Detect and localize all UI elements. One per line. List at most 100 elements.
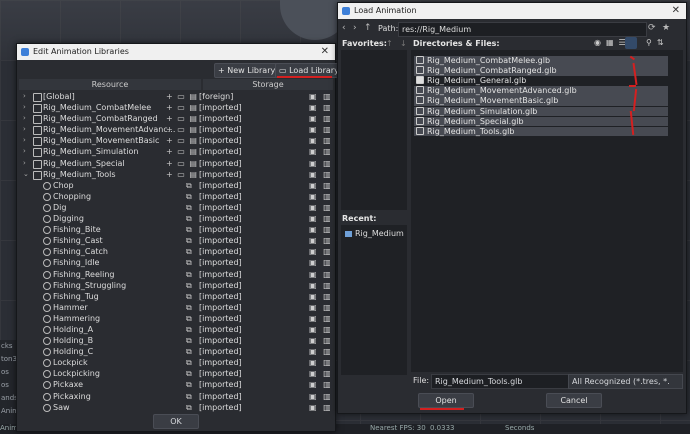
filter-sort-icons[interactable]: ⚲⇅: [646, 38, 669, 47]
refresh-icon[interactable]: ⟳: [648, 23, 656, 33]
animation-row[interactable]: Holding_B ⧉ [imported] ▣ ▥: [19, 335, 333, 346]
animation-row[interactable]: Fishing_Tug ⧉ [imported] ▣ ▥: [19, 291, 333, 302]
storage-column-header[interactable]: Storage: [203, 79, 333, 90]
file-filter-select[interactable]: All Recognized (*.tres, *.: [568, 374, 683, 389]
save-remove-icons[interactable]: ▣ ▥: [309, 113, 333, 124]
ok-button[interactable]: OK: [153, 414, 199, 429]
library-actions-icons[interactable]: + ▭ ▤: [166, 169, 198, 180]
file-list[interactable]: Rig_Medium_CombatMelee.glb Rig_Medium_Com…: [411, 50, 683, 372]
animation-row[interactable]: Fishing_Struggling ⧉ [imported] ▣ ▥: [19, 280, 333, 291]
save-remove-icons[interactable]: ▣ ▥: [309, 291, 333, 302]
save-remove-icons[interactable]: ▣ ▥: [309, 280, 333, 291]
animation-row[interactable]: Lockpicking ⧉ [imported] ▣ ▥: [19, 368, 333, 379]
animation-row[interactable]: Fishing_Idle ⧉ [imported] ▣ ▥: [19, 257, 333, 268]
save-remove-icons[interactable]: ▣ ▥: [309, 158, 333, 169]
duplicate-icon[interactable]: ⧉: [186, 368, 193, 379]
animation-row[interactable]: Chop ⧉ [imported] ▣ ▥: [19, 180, 333, 191]
animation-row[interactable]: Pickaxing ⧉ [imported] ▣ ▥: [19, 391, 333, 402]
animation-row[interactable]: Fishing_Catch ⧉ [imported] ▣ ▥: [19, 246, 333, 257]
save-remove-icons[interactable]: ▣ ▥: [309, 135, 333, 146]
duplicate-icon[interactable]: ⧉: [186, 302, 193, 313]
file-input[interactable]: Rig_Medium_Tools.glb: [431, 374, 570, 389]
duplicate-icon[interactable]: ⧉: [186, 224, 193, 235]
animation-row[interactable]: Digging ⧉ [imported] ▣ ▥: [19, 213, 333, 224]
expand-arrow-icon[interactable]: ›: [23, 113, 26, 124]
expand-arrow-icon[interactable]: ›: [23, 102, 26, 113]
path-input[interactable]: res://Rig_Medium: [398, 22, 647, 37]
save-remove-icons[interactable]: ▣ ▥: [309, 224, 333, 235]
file-item[interactable]: Rig_Medium_Tools.glb: [414, 126, 668, 137]
save-remove-icons[interactable]: ▣ ▥: [309, 102, 333, 113]
resource-column-header[interactable]: Resource: [19, 79, 201, 90]
file-item[interactable]: Rig_Medium_MovementBasic.glb: [414, 96, 668, 107]
forward-icon[interactable]: ›: [353, 23, 357, 33]
expand-arrow-icon[interactable]: ›: [23, 91, 26, 102]
save-remove-icons[interactable]: ▣ ▥: [309, 213, 333, 224]
duplicate-icon[interactable]: ⧉: [186, 202, 193, 213]
duplicate-icon[interactable]: ⧉: [186, 402, 193, 413]
up-icon[interactable]: ↑: [364, 23, 372, 33]
duplicate-icon[interactable]: ⧉: [186, 280, 193, 291]
library-actions-icons[interactable]: + ▭ ▤: [166, 124, 198, 135]
recent-item[interactable]: Rig_Medium: [345, 229, 404, 238]
save-remove-icons[interactable]: ▣ ▥: [309, 191, 333, 202]
library-row[interactable]: › Rig_Medium_CombatRanged + ▭ ▤ [imported] ▣…: [19, 113, 333, 125]
animation-row[interactable]: Lockpick ⧉ [imported] ▣ ▥: [19, 357, 333, 368]
close-icon[interactable]: ✕: [321, 44, 329, 60]
library-actions-icons[interactable]: + ▭ ▤: [166, 135, 198, 146]
save-remove-icons[interactable]: ▣ ▥: [309, 146, 333, 157]
duplicate-icon[interactable]: ⧉: [186, 269, 193, 280]
expand-arrow-icon[interactable]: ›: [23, 146, 26, 157]
save-remove-icons[interactable]: ▣ ▥: [309, 391, 333, 402]
close-icon[interactable]: ✕: [672, 3, 680, 19]
animation-row[interactable]: Fishing_Cast ⧉ [imported] ▣ ▥: [19, 235, 333, 246]
animation-row[interactable]: Saw ⧉ [imported] ▣ ▥: [19, 402, 333, 413]
file-item[interactable]: Rig_Medium_MovementAdvanced.glb: [414, 86, 668, 96]
save-remove-icons[interactable]: ▣ ▥: [309, 313, 333, 324]
library-row[interactable]: › Rig_Medium_Simulation + ▭ ▤ [imported] ▣ ▥: [19, 146, 333, 158]
save-remove-icons[interactable]: ▣ ▥: [309, 180, 333, 191]
library-row[interactable]: › [Global] + ▭ ▤ [foreign] ▣ ▥: [19, 91, 333, 102]
animation-row[interactable]: Hammering ⧉ [imported] ▣ ▥: [19, 313, 333, 324]
duplicate-icon[interactable]: ⧉: [186, 191, 193, 202]
library-row[interactable]: › Rig_Medium_CombatMelee + ▭ ▤ [imported] ▣ …: [19, 102, 333, 114]
duplicate-icon[interactable]: ⧉: [186, 379, 193, 390]
cancel-button[interactable]: Cancel: [546, 393, 602, 408]
save-remove-icons[interactable]: ▣ ▥: [309, 91, 333, 102]
animation-row[interactable]: Pickaxe ⧉ [imported] ▣ ▥: [19, 379, 333, 390]
duplicate-icon[interactable]: ⧉: [186, 235, 193, 246]
duplicate-icon[interactable]: ⧉: [186, 213, 193, 224]
duplicate-icon[interactable]: ⧉: [186, 257, 193, 268]
save-remove-icons[interactable]: ▣ ▥: [309, 257, 333, 268]
library-actions-icons[interactable]: + ▭ ▤: [166, 113, 198, 124]
animation-row[interactable]: Holding_C ⧉ [imported] ▣ ▥: [19, 346, 333, 357]
library-actions-icons[interactable]: + ▭ ▤: [166, 91, 198, 102]
duplicate-icon[interactable]: ⧉: [186, 335, 193, 346]
library-row[interactable]: › Rig_Medium_MovementBasic + ▭ ▤ [imported]…: [19, 135, 333, 147]
save-remove-icons[interactable]: ▣ ▥: [309, 124, 333, 135]
save-remove-icons[interactable]: ▣ ▥: [309, 346, 333, 357]
favorites-list[interactable]: [341, 50, 407, 210]
save-remove-icons[interactable]: ▣ ▥: [309, 368, 333, 379]
animation-row[interactable]: Chopping ⧉ [imported] ▣ ▥: [19, 191, 333, 202]
save-remove-icons[interactable]: ▣ ▥: [309, 357, 333, 368]
duplicate-icon[interactable]: ⧉: [186, 357, 193, 368]
library-actions-icons[interactable]: + ▭ ▤: [166, 146, 198, 157]
new-library-button[interactable]: + New Library: [214, 63, 280, 78]
favorite-star-icon[interactable]: ★: [662, 23, 670, 33]
duplicate-icon[interactable]: ⧉: [186, 246, 193, 257]
save-remove-icons[interactable]: ▣ ▥: [309, 302, 333, 313]
move-up-icon[interactable]: ↑: [386, 39, 393, 48]
back-icon[interactable]: ‹: [342, 23, 346, 33]
expand-arrow-icon[interactable]: ›: [23, 135, 26, 146]
animation-row[interactable]: Dig ⧉ [imported] ▣ ▥: [19, 202, 333, 213]
save-remove-icons[interactable]: ▣ ▥: [309, 235, 333, 246]
duplicate-icon[interactable]: ⧉: [186, 346, 193, 357]
library-actions-icons[interactable]: + ▭ ▤: [166, 102, 198, 113]
move-down-icon[interactable]: ↓: [400, 39, 407, 48]
duplicate-icon[interactable]: ⧉: [186, 324, 193, 335]
library-row[interactable]: ⌄ Rig_Medium_Tools + ▭ ▤ [imported] ▣ ▥: [19, 169, 333, 180]
library-row[interactable]: › Rig_Medium_Special + ▭ ▤ [imported] ▣ ▥: [19, 158, 333, 169]
save-remove-icons[interactable]: ▣ ▥: [309, 269, 333, 280]
duplicate-icon[interactable]: ⧉: [186, 291, 193, 302]
